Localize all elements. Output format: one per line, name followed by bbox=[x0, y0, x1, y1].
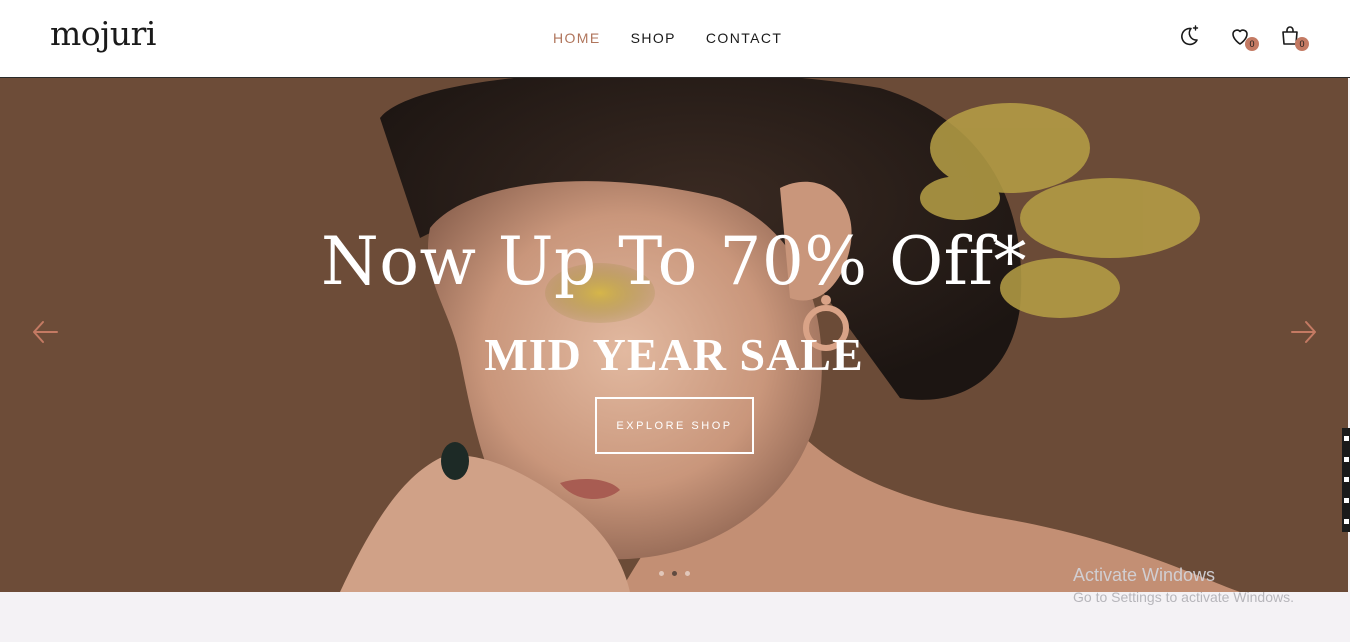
side-toolbar[interactable] bbox=[1342, 428, 1350, 532]
side-toolbar-item[interactable] bbox=[1343, 519, 1349, 525]
slider-dot-1[interactable] bbox=[659, 571, 664, 576]
cart-count-badge: 0 bbox=[1295, 37, 1309, 51]
theme-toggle-button[interactable] bbox=[1177, 24, 1201, 48]
explore-shop-button[interactable]: EXPLORE SHOP bbox=[595, 397, 754, 454]
brand-logo[interactable]: mojuri bbox=[50, 14, 156, 53]
watermark-subtitle: Go to Settings to activate Windows. bbox=[1073, 589, 1294, 605]
slider-dots bbox=[659, 571, 690, 576]
arrow-right-icon bbox=[1291, 321, 1316, 343]
slider-dot-2[interactable] bbox=[672, 571, 677, 576]
windows-activation-watermark: Activate Windows Go to Settings to activ… bbox=[1073, 565, 1294, 605]
side-toolbar-item[interactable] bbox=[1343, 477, 1349, 483]
slider-prev-button[interactable] bbox=[31, 319, 59, 345]
slider-dot-3[interactable] bbox=[685, 571, 690, 576]
main-nav: HOME SHOP CONTACT bbox=[553, 30, 782, 46]
cart-button[interactable]: 0 bbox=[1278, 24, 1309, 51]
moon-stars-icon bbox=[1181, 25, 1199, 46]
hero-slider: Now Up To 70% Off* MID YEAR SALE EXPLORE… bbox=[0, 78, 1348, 592]
watermark-title: Activate Windows bbox=[1073, 565, 1216, 585]
wishlist-count-badge: 0 bbox=[1245, 37, 1259, 51]
hero-title: Now Up To 70% Off* bbox=[320, 223, 1028, 300]
site-header: mojuri HOME SHOP CONTACT 0 0 bbox=[0, 0, 1350, 78]
slider-next-button[interactable] bbox=[1290, 319, 1318, 345]
nav-item-shop[interactable]: SHOP bbox=[631, 30, 676, 46]
side-toolbar-item[interactable] bbox=[1343, 498, 1349, 504]
side-toolbar-item[interactable] bbox=[1343, 435, 1349, 441]
arrow-left-icon bbox=[33, 321, 58, 343]
nav-item-home[interactable]: HOME bbox=[553, 30, 601, 46]
nav-item-contact[interactable]: CONTACT bbox=[706, 30, 782, 46]
side-toolbar-item[interactable] bbox=[1343, 456, 1349, 462]
hero-subtitle: MID YEAR SALE bbox=[484, 329, 864, 380]
wishlist-button[interactable]: 0 bbox=[1228, 24, 1259, 51]
